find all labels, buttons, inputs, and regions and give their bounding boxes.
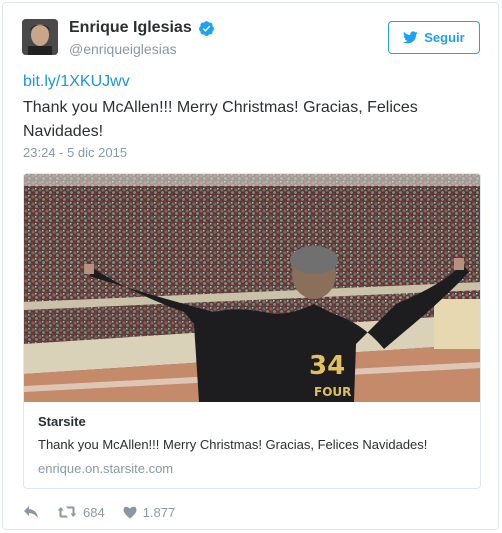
follow-button-label: Seguir	[424, 30, 465, 45]
concert-crowd-photo: 34 FOUR	[24, 174, 480, 402]
avatar-image	[22, 19, 58, 55]
tweet-link[interactable]: bit.ly/1XKUJwv	[23, 73, 130, 91]
like-count: 1.877	[142, 504, 176, 520]
follow-button[interactable]: Seguir	[388, 21, 480, 54]
avatar[interactable]	[22, 19, 58, 55]
user-handle[interactable]: @enriqueiglesias	[69, 41, 177, 57]
svg-text:FOUR: FOUR	[314, 385, 351, 399]
card-description: Thank you McAllen!!! Merry Christmas! Gr…	[38, 437, 428, 452]
heart-icon	[123, 506, 137, 518]
retweet-count: 684	[83, 504, 105, 520]
tweet-actions: 684 1.877	[23, 503, 175, 521]
card-domain: enrique.on.starsite.com	[38, 461, 174, 476]
retweet-icon	[57, 506, 77, 518]
display-name[interactable]: Enrique Iglesias	[69, 19, 215, 37]
twitter-bird-icon	[403, 31, 419, 44]
like-button[interactable]: 1.877	[123, 504, 176, 520]
tweet-text: Thank you McAllen!!! Merry Christmas! Gr…	[23, 99, 418, 140]
retweet-button[interactable]: 684	[57, 505, 105, 520]
reply-icon	[24, 506, 38, 518]
display-name-text: Enrique Iglesias	[69, 19, 192, 36]
reply-button[interactable]	[23, 505, 39, 519]
embedded-tweet: Enrique Iglesias @enriqueiglesias Seguir…	[2, 2, 499, 530]
svg-text:34: 34	[309, 351, 345, 381]
card-title: Starsite	[38, 414, 86, 429]
tweet-timestamp[interactable]: 23:24 - 5 dic 2015	[23, 145, 127, 160]
link-card[interactable]: 34 FOUR Starsite Thank you McAllen!!! Me…	[23, 173, 481, 489]
verified-badge-icon	[198, 20, 214, 36]
